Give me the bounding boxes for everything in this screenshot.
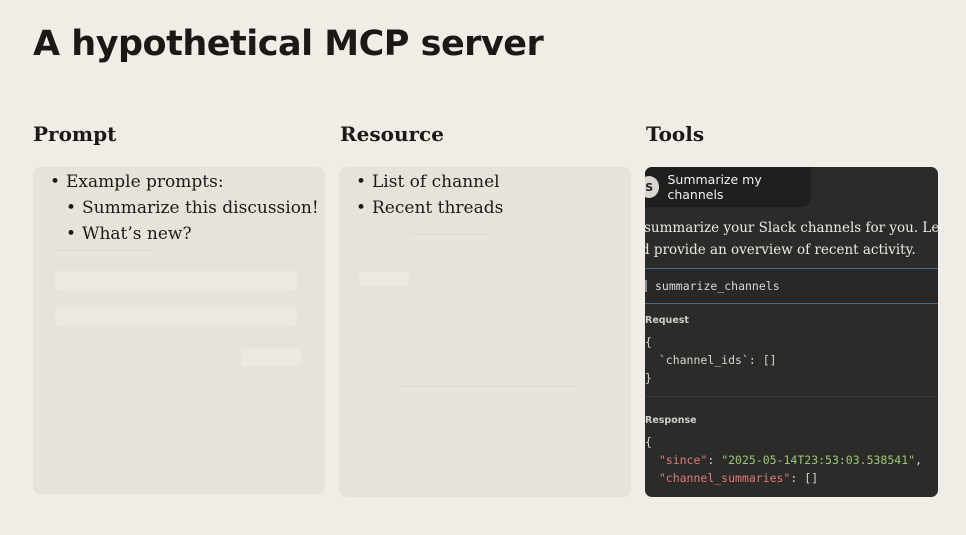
tool-call-marker xyxy=(645,280,647,292)
resource-bullet-list: List of channel Recent threads xyxy=(354,169,503,221)
prompt-panel: Example prompts: Summarize this discussi… xyxy=(33,167,325,494)
resource-channel-list: List of channel xyxy=(372,172,500,192)
prompt-example-summarize: Summarize this discussion! xyxy=(82,198,319,218)
response-summaries-key: "channel_summaries" xyxy=(658,471,791,485)
resource-recent-threads: Recent threads xyxy=(372,198,504,218)
resource-heading: Resource xyxy=(340,122,444,146)
response-since-value: "2025-05-14T23:53:03.538541" xyxy=(721,453,916,467)
request-response-divider xyxy=(645,396,938,397)
prompt-example-whats-new: What’s new? xyxy=(82,224,192,244)
example-prompts-label: Example prompts: xyxy=(66,172,224,192)
prompt-bullet: Example prompts: Summarize this discussi… xyxy=(48,169,319,247)
assistant-message: summarize your Slack channels for you. L… xyxy=(645,217,938,261)
prompt-heading: Prompt xyxy=(33,122,117,146)
user-message-text: Summarize my channels xyxy=(667,172,762,202)
request-key: `channel_ids` xyxy=(658,353,749,367)
resource-bullet: Recent threads xyxy=(354,195,503,221)
assistant-line-1: summarize your Slack channels for you. L… xyxy=(645,220,938,236)
response-json: { "since": "2025-05-14T23:53:03.538541",… xyxy=(645,435,922,485)
resource-bullet: List of channel xyxy=(354,169,503,195)
user-avatar: S xyxy=(645,176,660,198)
prompt-sub-bullet: What’s new? xyxy=(64,221,319,247)
prompt-bullet-list: Example prompts: Summarize this discussi… xyxy=(48,169,319,247)
request-value: : [] xyxy=(748,353,777,367)
tool-call-row[interactable]: summarize_channels xyxy=(645,268,938,304)
response-label: Response xyxy=(645,415,697,426)
response-since-key: "since" xyxy=(658,453,708,467)
user-message-bubble: S Summarize my channels xyxy=(645,167,811,207)
tools-panel: S Summarize my channels summarize your S… xyxy=(645,167,938,497)
slide-title: A hypothetical MCP server xyxy=(33,24,544,64)
request-label: Request xyxy=(645,315,689,326)
request-json: { `channel_ids`: [] } xyxy=(645,333,777,387)
tool-call-name: summarize_channels xyxy=(655,279,780,293)
assistant-line-2: d provide an overview of recent activity… xyxy=(645,242,916,258)
tools-heading: Tools xyxy=(646,122,705,146)
response-summaries-value: : [] xyxy=(790,471,819,485)
request-open-brace: { xyxy=(645,335,652,349)
prompt-sub-bullet: Summarize this discussion! xyxy=(64,195,319,221)
response-open-brace: { xyxy=(645,435,652,449)
request-close-brace: } xyxy=(645,371,652,385)
resource-panel: List of channel Recent threads xyxy=(339,167,631,497)
